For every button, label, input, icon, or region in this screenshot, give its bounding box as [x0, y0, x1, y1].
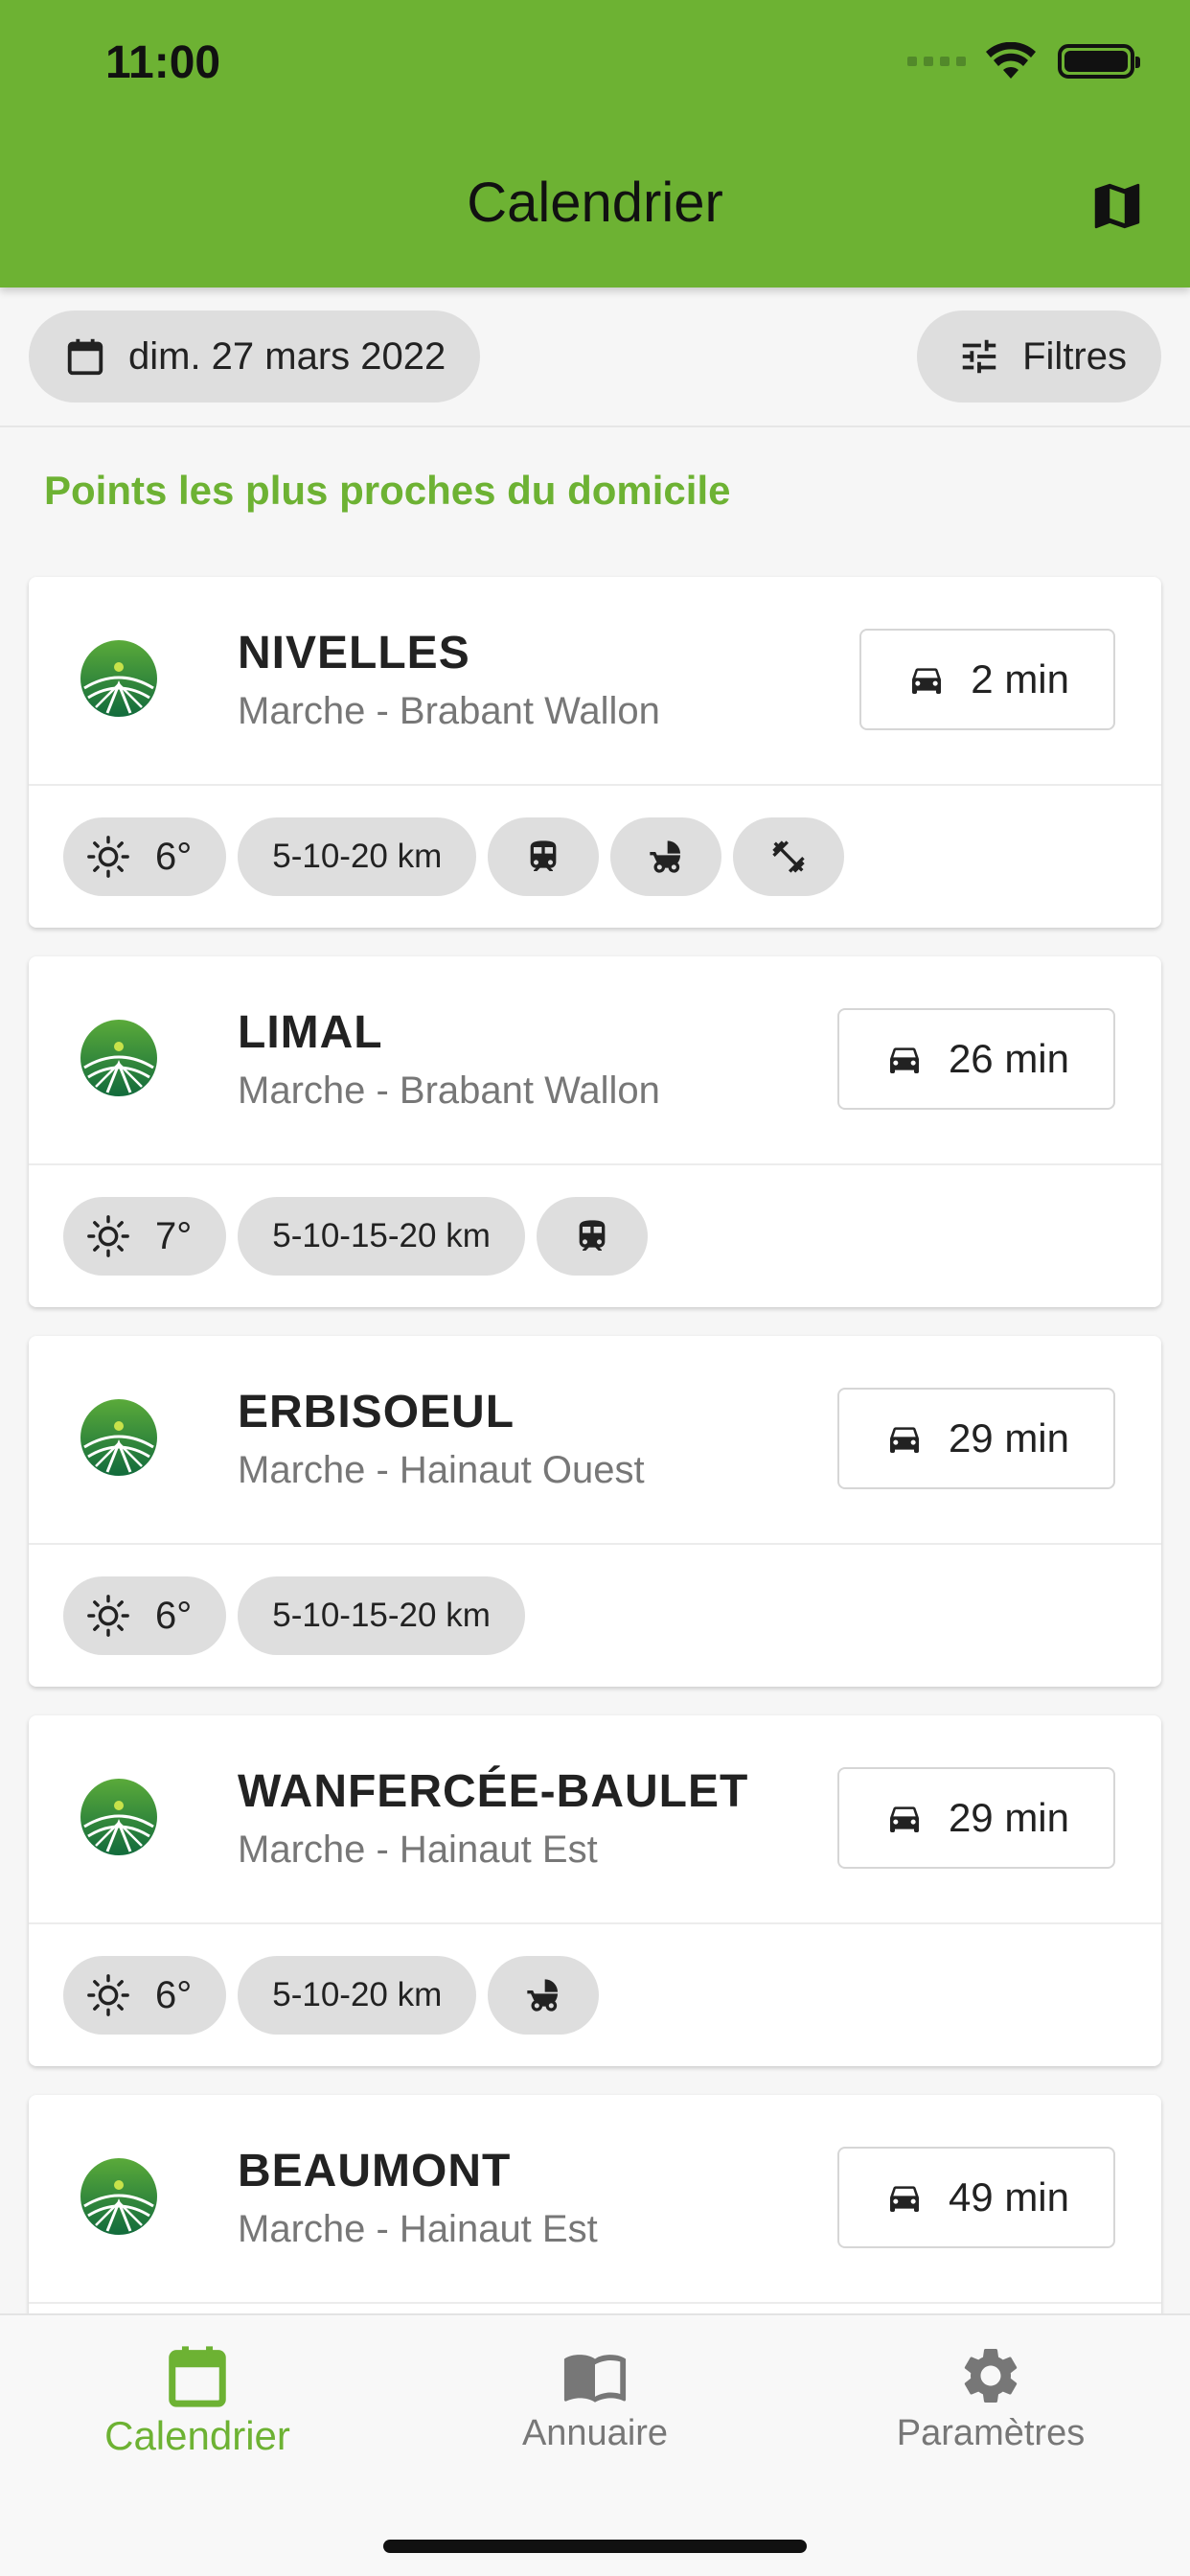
distances-tag: 5-10-20 km — [238, 1956, 477, 2035]
sun-icon — [87, 1215, 129, 1257]
event-card-nivelles[interactable]: NIVELLES Marche - Brabant Wallon 2 min 6… — [29, 577, 1161, 928]
nav-directory-label: Annuaire — [521, 2413, 669, 2453]
date-label: dim. 27 mars 2022 — [128, 334, 446, 378]
drive-time: 26 min — [948, 1036, 1069, 1081]
weather-tag: 6° — [63, 817, 227, 896]
weather-tag: 6° — [63, 1956, 227, 2035]
event-subtitle: Marche - Brabant Wallon — [238, 1070, 660, 1112]
event-logo-icon — [80, 2158, 157, 2235]
weather-tag: 7° — [63, 1197, 227, 1276]
nav-settings-label: Paramètres — [896, 2413, 1086, 2453]
event-subtitle: Marche - Brabant Wallon — [238, 690, 660, 732]
distances-tag: 5-10-15-20 km — [238, 1197, 525, 1276]
train-tag — [488, 817, 600, 896]
train-icon — [579, 1220, 606, 1251]
home-indicator — [383, 2540, 807, 2553]
calendar-icon — [67, 338, 103, 376]
distances-tag: 5-10-15-20 km — [238, 1576, 525, 1655]
car-icon — [889, 1427, 919, 1453]
stroller-icon — [650, 840, 681, 873]
event-logo-icon — [80, 1779, 157, 1855]
drive-time-button[interactable]: 2 min — [859, 629, 1115, 730]
status-time: 11:00 — [105, 37, 221, 88]
tune-icon — [962, 339, 996, 374]
event-subtitle: Marche - Hainaut Est — [238, 1828, 598, 1871]
fitness-icon — [772, 840, 805, 873]
event-subtitle: Marche - Hainaut Ouest — [238, 1449, 645, 1491]
event-logo-icon — [80, 1399, 157, 1476]
event-card-wanfercee-baulet[interactable]: WANFERCÉE-BAULET Marche - Hainaut Est 29… — [29, 1715, 1161, 2066]
gear-icon — [964, 2349, 1018, 2403]
car-icon — [889, 2186, 919, 2212]
fitness-tag — [733, 817, 845, 896]
stroller-tag — [610, 817, 722, 896]
sun-icon — [87, 1595, 129, 1637]
event-name: NIVELLES — [238, 628, 470, 678]
car-icon — [889, 1806, 919, 1832]
drive-time: 29 min — [948, 1415, 1069, 1460]
filter-toolbar: dim. 27 mars 2022 Filtres — [0, 288, 1190, 427]
event-card-erbisoeul[interactable]: ERBISOEUL Marche - Hainaut Ouest 29 min … — [29, 1336, 1161, 1687]
event-name: LIMAL — [238, 1007, 383, 1058]
status-icons — [907, 42, 1140, 80]
event-name: BEAUMONT — [238, 2146, 512, 2196]
temperature: 6° — [155, 1973, 193, 2016]
drive-time-button[interactable]: 29 min — [836, 1767, 1115, 1869]
train-icon — [530, 840, 557, 871]
nav-calendar-label: Calendrier — [104, 2413, 290, 2458]
drive-time: 29 min — [948, 1795, 1069, 1840]
page-title: Calendrier — [467, 172, 723, 234]
stroller-icon — [527, 1979, 559, 2012]
distances-tag: 5-10-20 km — [238, 817, 477, 896]
wifi-icon — [986, 42, 1036, 79]
event-card-limal[interactable]: LIMAL Marche - Brabant Wallon 26 min 7° … — [29, 956, 1161, 1307]
map-icon[interactable] — [1087, 176, 1147, 236]
filters-button[interactable]: Filtres — [917, 310, 1161, 402]
event-logo-icon — [80, 1020, 157, 1096]
nav-calendar[interactable]: Calendrier — [54, 2342, 341, 2459]
temperature: 7° — [155, 1214, 193, 1257]
calendar-icon — [169, 2346, 226, 2407]
date-picker-button[interactable]: dim. 27 mars 2022 — [29, 310, 481, 402]
section-title: Points les plus proches du domicile — [44, 468, 731, 513]
sun-icon — [87, 836, 129, 878]
weather-tag: 6° — [63, 1576, 227, 1655]
bottom-navigation: Calendrier Annuaire Paramètres — [0, 2313, 1190, 2576]
nav-directory[interactable]: Annuaire — [451, 2342, 739, 2454]
stroller-tag — [488, 1956, 600, 2035]
train-tag — [536, 1197, 648, 1276]
cellular-signal-icon — [907, 57, 966, 66]
event-subtitle: Marche - Hainaut Est — [238, 2208, 598, 2250]
event-logo-icon — [80, 640, 157, 717]
app-bar: 11:00 Calendrier — [0, 0, 1190, 288]
temperature: 6° — [155, 835, 193, 878]
car-icon — [889, 1047, 919, 1073]
drive-time-button[interactable]: 49 min — [836, 2147, 1115, 2248]
filters-label: Filtres — [1022, 334, 1127, 378]
battery-icon — [1058, 44, 1140, 79]
drive-time: 2 min — [971, 656, 1069, 702]
temperature: 6° — [155, 1594, 193, 1637]
book-icon — [563, 2355, 627, 2403]
event-name: WANFERCÉE-BAULET — [238, 1766, 749, 1817]
car-icon — [912, 668, 942, 694]
sun-icon — [87, 1974, 129, 2016]
drive-time-button[interactable]: 29 min — [836, 1388, 1115, 1489]
drive-time-button[interactable]: 26 min — [836, 1008, 1115, 1110]
event-name: ERBISOEUL — [238, 1387, 515, 1438]
nav-settings[interactable]: Paramètres — [847, 2342, 1134, 2454]
drive-time: 49 min — [948, 2174, 1069, 2220]
